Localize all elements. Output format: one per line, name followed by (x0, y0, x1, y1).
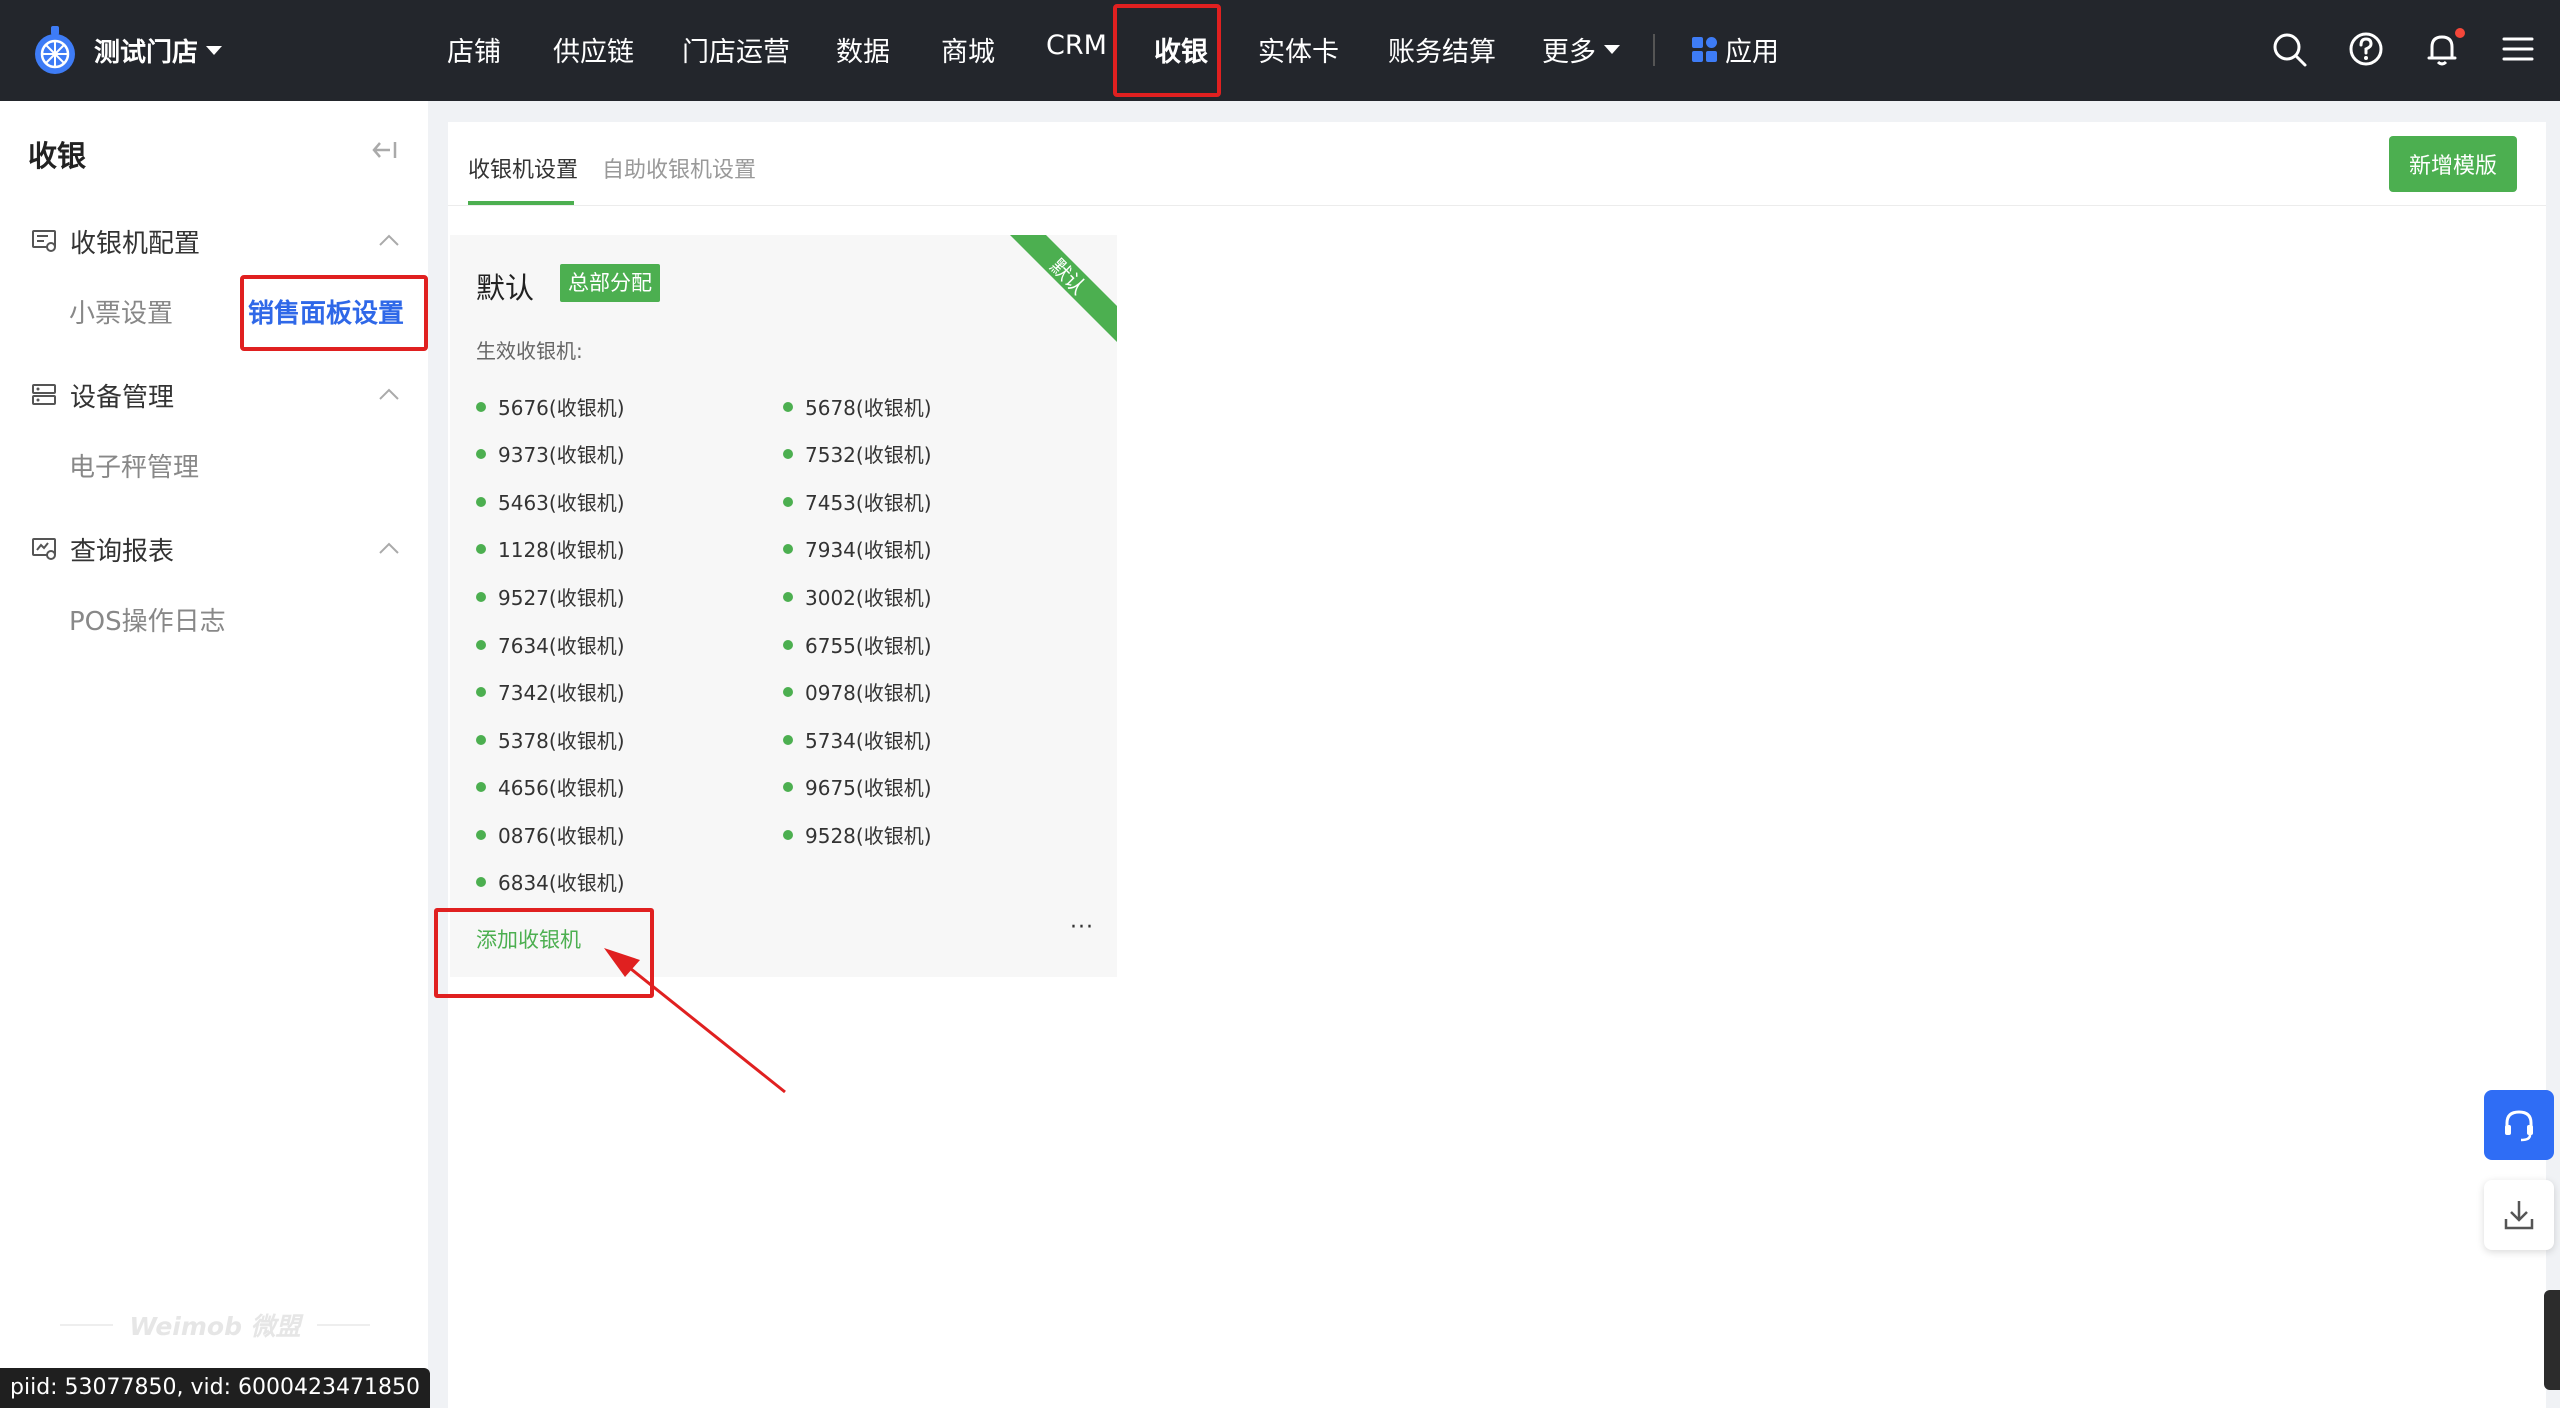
sidebar-item-receipt-settings[interactable]: 小票设置 (69, 293, 173, 330)
nav-accounting[interactable]: 账务结算 (1388, 30, 1496, 69)
collapse-sidebar-icon[interactable] (370, 137, 400, 163)
annotation-highlight-nav (1113, 4, 1221, 97)
cashier-item: 5734(收银机) (783, 725, 932, 754)
sidebar-item-pos-log[interactable]: POS操作日志 (69, 601, 226, 638)
nav-data[interactable]: 数据 (836, 30, 890, 69)
cashier-item: 1128(收银机) (476, 534, 625, 563)
cashier-item: 7532(收银机) (783, 439, 932, 468)
sidebar-group-query-reports[interactable]: 查询报表 (30, 529, 400, 569)
nav-more-label: 更多 (1542, 37, 1596, 68)
help-icon[interactable] (2346, 29, 2386, 69)
cashier-item: 7453(收银机) (783, 487, 932, 516)
weimob-watermark: Weimob 微盟 (60, 1307, 371, 1343)
template-name: 默认 (476, 271, 535, 305)
tab-divider (448, 205, 2546, 206)
piid-label: piid: 53077850, vid: 6000423471850 (0, 1368, 430, 1408)
cashier-item: 5378(收银机) (476, 725, 625, 754)
annotation-highlight-sidebar (240, 275, 428, 351)
cashier-item: 9373(收银机) (476, 439, 625, 468)
top-navigation-bar: 测试门店 店铺 供应链 门店运营 数据 商城 CRM 收银 实体卡 账务结算 更… (0, 0, 2560, 101)
chevron-up-icon (379, 542, 399, 554)
headset-icon (2505, 1110, 2533, 1142)
apps-grid-icon (1692, 37, 1717, 62)
sidebar-group-cashier-config[interactable]: 收银机配置 (30, 221, 400, 261)
cashier-config-icon (32, 230, 56, 252)
more-options-icon[interactable]: ··· (1070, 915, 1094, 940)
download-icon (2504, 1201, 2534, 1230)
watermark-text: Weimob 微盟 (129, 1312, 301, 1341)
chevron-up-icon (379, 388, 399, 400)
cashier-item: 9527(收银机) (476, 582, 625, 611)
nav-mall[interactable]: 商城 (941, 30, 995, 69)
nav-apps[interactable]: 应用 (1692, 30, 1779, 69)
cashier-item: 5676(收银机) (476, 392, 625, 421)
sidebar-group-label: 设备管理 (70, 382, 175, 413)
effective-cashiers-label: 生效收银机: (476, 339, 583, 363)
report-icon (32, 538, 56, 560)
sidebar-item-scale-management[interactable]: 电子秤管理 (69, 447, 199, 484)
annotation-arrow-icon (604, 948, 786, 1094)
tab-cashier-settings[interactable]: 收银机设置 (468, 152, 578, 184)
store-name: 测试门店 (94, 38, 199, 68)
add-template-button[interactable]: 新增模版 (2389, 136, 2517, 192)
nav-apps-label: 应用 (1725, 37, 1779, 68)
caret-down-icon (206, 46, 223, 55)
search-icon[interactable] (2269, 29, 2309, 69)
menu-icon[interactable] (2498, 29, 2538, 69)
cashier-item: 6755(收银机) (783, 630, 932, 659)
customer-service-button[interactable] (2484, 1090, 2554, 1160)
device-icon (32, 384, 56, 405)
store-switcher[interactable]: 测试门店 (94, 32, 223, 69)
cashier-item: 5678(收银机) (783, 392, 932, 421)
cashier-item: 4656(收银机) (476, 772, 625, 801)
cashier-item: 7342(收银机) (476, 677, 625, 706)
sidebar-title: 收银 (28, 139, 87, 173)
template-badge: 总部分配 (560, 264, 660, 302)
scrollbar[interactable] (2544, 1290, 2560, 1390)
cashier-item: 5463(收银机) (476, 487, 625, 516)
cashier-item: 9528(收银机) (783, 820, 932, 849)
template-card: 默认 总部分配 默认 生效收银机: 5676(收银机) 9373(收银机) 54… (450, 235, 1117, 977)
sidebar-group-label: 查询报表 (70, 536, 175, 567)
cashier-item: 9675(收银机) (783, 772, 932, 801)
tab-self-service-cashier-settings[interactable]: 自助收银机设置 (602, 152, 756, 184)
nav-physical-card[interactable]: 实体卡 (1258, 30, 1339, 69)
nav-divider (1653, 34, 1655, 66)
nav-crm[interactable]: CRM (1046, 30, 1107, 61)
sidebar-group-device-management[interactable]: 设备管理 (30, 375, 400, 415)
cashier-item: 3002(收银机) (783, 582, 932, 611)
main-content: 收银机设置 自助收银机设置 新增模版 默认 总部分配 默认 生效收银机: 567… (448, 122, 2546, 1408)
cashier-item: 7634(收银机) (476, 630, 625, 659)
notification-dot (2455, 28, 2465, 38)
download-button[interactable] (2484, 1180, 2554, 1250)
chevron-up-icon (379, 234, 399, 246)
store-logo-icon[interactable] (30, 24, 80, 78)
cashier-item: 6834(收银机) (476, 867, 625, 896)
cashier-item: 0978(收银机) (783, 677, 932, 706)
nav-supply-chain[interactable]: 供应链 (553, 30, 634, 69)
nav-store[interactable]: 店铺 (447, 30, 501, 69)
nav-store-ops[interactable]: 门店运营 (682, 30, 790, 69)
nav-more[interactable]: 更多 (1542, 30, 1620, 69)
cashier-item: 0876(收银机) (476, 820, 625, 849)
sidebar-group-label: 收银机配置 (70, 228, 201, 259)
cashier-item: 7934(收银机) (783, 534, 932, 563)
caret-down-icon (1604, 45, 1620, 54)
sidebar: 收银 收银机配置 小票设置 销售面板设置 设备管理 电子秤管理 查询报表 POS… (0, 101, 428, 1408)
